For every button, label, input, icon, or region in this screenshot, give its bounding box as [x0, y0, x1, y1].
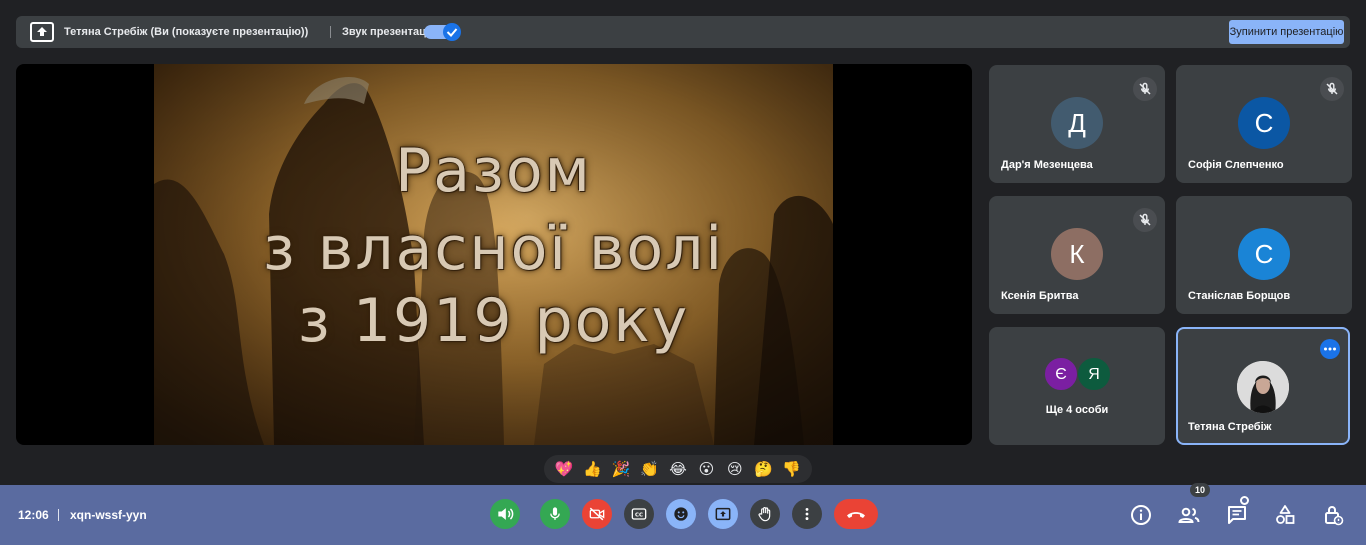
- reactions-bar: 💖 👍 🎉 👏 😂 😮 😢 🤔 👎: [544, 455, 812, 483]
- reaction-party[interactable]: 🎉: [611, 459, 631, 479]
- participant-name: Ксенія Бритва: [1001, 290, 1079, 302]
- mic-muted-icon: [1133, 77, 1157, 101]
- participant-tile[interactable]: К Ксенія Бритва: [989, 196, 1165, 314]
- camera-button[interactable]: [582, 499, 612, 529]
- people-icon: [1178, 507, 1200, 523]
- reaction-heart[interactable]: 💖: [554, 459, 574, 479]
- participant-tile[interactable]: С Станіслав Борщов: [1176, 196, 1352, 314]
- leave-call-button[interactable]: [834, 499, 878, 529]
- speaker-icon: [498, 508, 514, 520]
- svg-text:CC: CC: [635, 513, 643, 519]
- avatar: С: [1238, 228, 1290, 280]
- more-participants-label: Ще 4 особи: [1045, 404, 1109, 416]
- hand-icon: [758, 507, 771, 522]
- participant-tile[interactable]: Д Дар'я Мезенцева: [989, 65, 1165, 183]
- divider: [58, 509, 59, 521]
- chat-button[interactable]: [1224, 502, 1250, 528]
- camera-off-icon: [589, 507, 605, 521]
- activities-button[interactable]: [1272, 502, 1298, 528]
- divider: [330, 26, 331, 38]
- mic-icon: [550, 507, 560, 520]
- chat-icon: [1228, 506, 1246, 524]
- avatar: С: [1238, 97, 1290, 149]
- mic-muted-icon: [1133, 208, 1157, 232]
- activities-icon: [1276, 505, 1295, 524]
- participant-name: Софія Слепченко: [1188, 159, 1284, 171]
- self-participant-tile[interactable]: Тетяна Стребіж: [1176, 327, 1350, 445]
- participant-name: Дар'я Мезенцева: [1001, 159, 1093, 171]
- present-screen-icon: [30, 22, 54, 42]
- clock: 12:06: [18, 508, 49, 522]
- meeting-code: xqn-wssf-yyn: [70, 508, 147, 522]
- toggle-knob-icon: [443, 23, 461, 41]
- avatar: К: [1051, 228, 1103, 280]
- stop-presenting-button[interactable]: Зупинити презентацію: [1229, 20, 1344, 44]
- presentation-view: Разом з власної волі з 1919 року: [16, 64, 972, 445]
- slide-text-line-2: з власної волі: [262, 214, 725, 284]
- avatar: Д: [1051, 97, 1103, 149]
- chat-notification-dot: [1240, 496, 1249, 505]
- captions-button[interactable]: CC: [624, 499, 654, 529]
- people-button[interactable]: [1176, 502, 1202, 528]
- people-count-badge: 10: [1190, 483, 1210, 497]
- avatar: Я: [1077, 357, 1111, 391]
- reaction-thumbs-up[interactable]: 👍: [583, 459, 603, 479]
- reactions-button[interactable]: [666, 499, 696, 529]
- more-participants-tile[interactable]: Є Я Ще 4 особи: [989, 327, 1165, 445]
- mic-muted-icon: [1320, 77, 1344, 101]
- info-button[interactable]: [1128, 502, 1154, 528]
- reaction-thinking[interactable]: 🤔: [753, 459, 773, 479]
- captions-icon: CC: [631, 508, 647, 520]
- participant-tile[interactable]: С Софія Слепченко: [1176, 65, 1352, 183]
- more-vertical-icon: [805, 508, 809, 520]
- raise-hand-button[interactable]: [750, 499, 780, 529]
- participant-name: Станіслав Борщов: [1188, 290, 1291, 302]
- mic-button[interactable]: [540, 499, 570, 529]
- call-controls-bar: 12:06 xqn-wssf-yyn CC 10: [0, 483, 1366, 545]
- host-controls-button[interactable]: [1320, 502, 1346, 528]
- participant-name: Тетяна Стребіж: [1188, 421, 1272, 433]
- presenter-label: Тетяна Стребіж (Ви (показуєте презентаці…: [64, 26, 309, 38]
- smiley-icon: [674, 507, 688, 521]
- hang-up-icon: [847, 512, 865, 518]
- present-button[interactable]: [708, 499, 738, 529]
- presentation-sound-label: Звук презентації: [342, 26, 433, 38]
- avatar: Є: [1044, 357, 1078, 391]
- slide-text-line-3: з 1919 року: [297, 286, 690, 356]
- reaction-thumbs-down[interactable]: 👎: [782, 459, 802, 479]
- reaction-clap[interactable]: 👏: [640, 459, 660, 479]
- slide-text-line-1: Разом: [395, 136, 592, 206]
- present-icon: [715, 507, 731, 521]
- more-horizontal-icon[interactable]: [1320, 339, 1340, 359]
- presentation-slide: Разом з власної волі з 1919 року: [154, 64, 833, 445]
- info-icon: [1131, 505, 1151, 525]
- reaction-surprised[interactable]: 😮: [696, 459, 716, 479]
- avatar: [1237, 361, 1289, 413]
- host-controls-icon: [1325, 506, 1344, 526]
- presentation-sound-toggle[interactable]: [424, 23, 462, 41]
- reaction-laugh[interactable]: 😂: [668, 459, 688, 479]
- reaction-sad[interactable]: 😢: [725, 459, 745, 479]
- presentation-bar: Тетяна Стребіж (Ви (показуєте презентаці…: [16, 16, 1350, 48]
- more-options-button[interactable]: [792, 499, 822, 529]
- speaker-button[interactable]: [490, 499, 520, 529]
